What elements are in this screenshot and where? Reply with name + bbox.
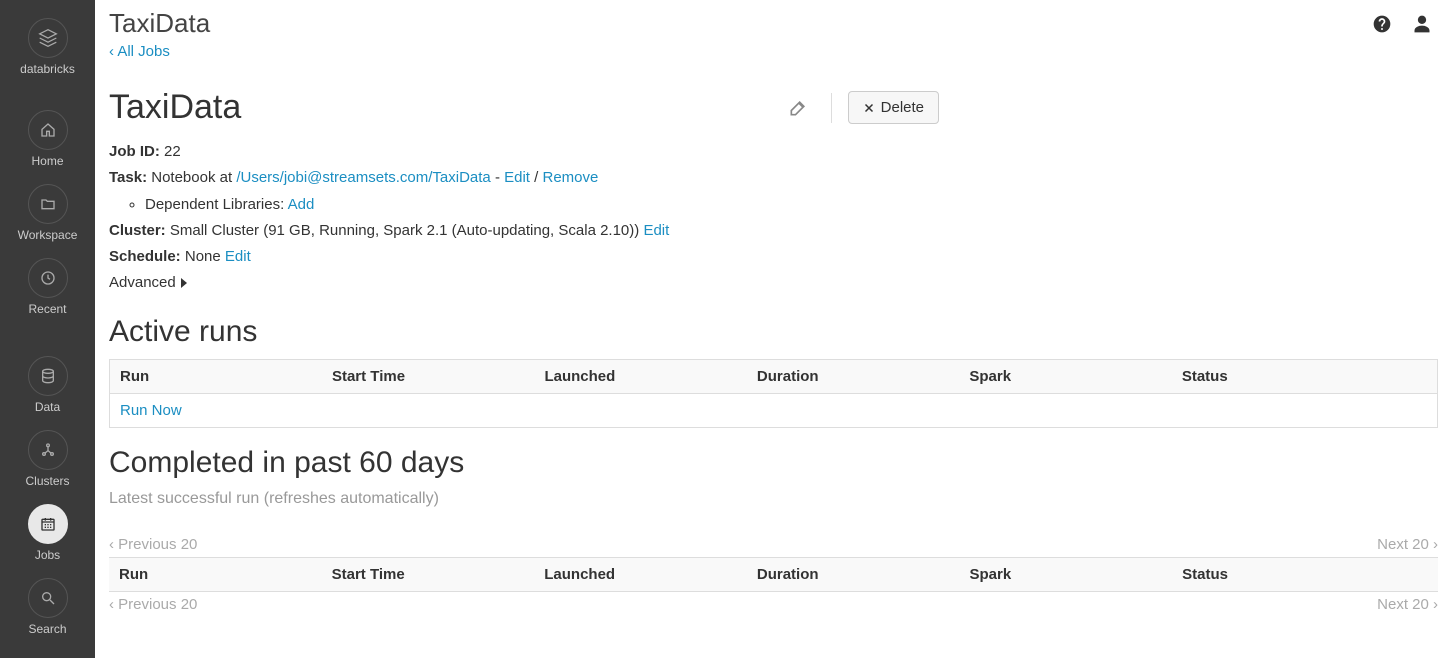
- sidebar-item-label: Clusters: [25, 474, 69, 488]
- job-header: TaxiData Delete: [109, 88, 939, 127]
- sidebar-brand[interactable]: databricks: [0, 10, 95, 84]
- topbar-actions: [1372, 14, 1432, 34]
- database-icon: [28, 356, 68, 396]
- cluster-label: Cluster:: [109, 222, 166, 239]
- col-launched: Launched: [534, 359, 746, 393]
- sidebar: databricks Home Workspace Recent Data Cl…: [0, 0, 95, 658]
- next-page-link[interactable]: Next 20 ›: [1377, 596, 1438, 613]
- divider: [831, 93, 832, 123]
- sidebar-item-recent[interactable]: Recent: [0, 250, 95, 324]
- table-header-row: Run Start Time Launched Duration Spark S…: [110, 359, 1438, 393]
- run-now-link[interactable]: Run Now: [120, 402, 182, 419]
- sidebar-item-home[interactable]: Home: [0, 102, 95, 176]
- task-remove-link[interactable]: Remove: [543, 169, 599, 186]
- col-start: Start Time: [322, 557, 535, 591]
- col-spark: Spark: [960, 557, 1173, 591]
- completed-title: Completed in past 60 days: [109, 446, 1438, 480]
- cluster-icon: [28, 430, 68, 470]
- active-runs-table: Run Start Time Launched Duration Spark S…: [109, 359, 1438, 428]
- delete-label: Delete: [881, 99, 924, 116]
- next-page-link[interactable]: Next 20 ›: [1377, 536, 1438, 553]
- schedule-edit-link[interactable]: Edit: [225, 248, 251, 265]
- sidebar-item-search[interactable]: Search: [0, 570, 95, 644]
- col-run: Run: [110, 359, 322, 393]
- pager-top: ‹ Previous 20 Next 20 ›: [109, 532, 1438, 557]
- page-title: TaxiData: [109, 8, 210, 39]
- sidebar-item-label: Workspace: [18, 228, 78, 242]
- sidebar-item-label: Data: [35, 400, 60, 414]
- col-duration: Duration: [747, 359, 959, 393]
- sidebar-item-workspace[interactable]: Workspace: [0, 176, 95, 250]
- prev-page-link[interactable]: ‹ Previous 20: [109, 536, 197, 553]
- advanced-toggle[interactable]: Advanced: [109, 270, 188, 296]
- deps-add-link[interactable]: Add: [288, 196, 315, 213]
- caret-right-icon: [180, 278, 188, 288]
- breadcrumb-all-jobs[interactable]: ‹ All Jobs: [109, 43, 170, 60]
- job-id-value: 22: [164, 143, 181, 160]
- refresh-note: Latest successful run (refreshes automat…: [109, 490, 1438, 508]
- completed-runs-table: Run Start Time Launched Duration Spark S…: [109, 557, 1438, 592]
- sidebar-item-label: Search: [28, 622, 66, 636]
- clock-icon: [28, 258, 68, 298]
- databricks-logo-icon: [28, 18, 68, 58]
- edit-title-button[interactable]: [781, 91, 815, 125]
- prev-page-link[interactable]: ‹ Previous 20: [109, 596, 197, 613]
- col-start: Start Time: [322, 359, 534, 393]
- cluster-edit-link[interactable]: Edit: [643, 222, 669, 239]
- brand-label: databricks: [20, 62, 75, 76]
- pager-bottom: ‹ Previous 20 Next 20 ›: [109, 592, 1438, 617]
- job-meta: Job ID: 22 Task: Notebook at /Users/jobi…: [109, 139, 1438, 297]
- task-label: Task:: [109, 169, 147, 186]
- col-launched: Launched: [534, 557, 747, 591]
- table-row: Run Now: [110, 393, 1438, 427]
- sidebar-item-jobs[interactable]: Jobs: [0, 496, 95, 570]
- col-status: Status: [1172, 557, 1438, 591]
- deps-label: Dependent Libraries:: [145, 196, 288, 213]
- task-prefix: Notebook at: [151, 169, 236, 186]
- col-duration: Duration: [747, 557, 960, 591]
- task-path-link[interactable]: /Users/jobi@streamsets.com/TaxiData: [236, 169, 490, 186]
- sidebar-item-data[interactable]: Data: [0, 348, 95, 422]
- deps-row: Dependent Libraries: Add: [145, 192, 1438, 218]
- user-icon[interactable]: [1412, 14, 1432, 34]
- sidebar-item-label: Jobs: [35, 548, 60, 562]
- schedule-value: None: [185, 248, 221, 265]
- calendar-icon: [28, 504, 68, 544]
- folder-icon: [28, 184, 68, 224]
- schedule-row: Schedule: None Edit: [109, 244, 1438, 270]
- col-run: Run: [109, 557, 322, 591]
- schedule-label: Schedule:: [109, 248, 181, 265]
- job-id-label: Job ID:: [109, 143, 160, 160]
- home-icon: [28, 110, 68, 150]
- advanced-label: Advanced: [109, 270, 176, 296]
- close-icon: [863, 102, 875, 114]
- main-content: TaxiData ‹ All Jobs TaxiData Delete: [95, 0, 1452, 637]
- deps-list: Dependent Libraries: Add: [145, 192, 1438, 218]
- active-runs-title: Active runs: [109, 315, 1438, 349]
- table-header-row: Run Start Time Launched Duration Spark S…: [109, 557, 1438, 591]
- col-spark: Spark: [959, 359, 1171, 393]
- task-sep2: /: [530, 169, 543, 186]
- col-status: Status: [1172, 359, 1438, 393]
- help-icon[interactable]: [1372, 14, 1392, 34]
- delete-button[interactable]: Delete: [848, 91, 939, 124]
- sidebar-item-clusters[interactable]: Clusters: [0, 422, 95, 496]
- sidebar-item-label: Recent: [28, 302, 66, 316]
- topbar: TaxiData: [95, 0, 1452, 39]
- sidebar-item-label: Home: [31, 154, 63, 168]
- cluster-row: Cluster: Small Cluster (91 GB, Running, …: [109, 218, 1438, 244]
- task-sep1: -: [491, 169, 504, 186]
- job-id-row: Job ID: 22: [109, 139, 1438, 165]
- job-title: TaxiData: [109, 88, 765, 127]
- job-content: ‹ All Jobs TaxiData Delete Job ID: 22 Ta…: [95, 39, 1452, 637]
- cluster-value: Small Cluster (91 GB, Running, Spark 2.1…: [170, 222, 639, 239]
- search-icon: [28, 578, 68, 618]
- task-row: Task: Notebook at /Users/jobi@streamsets…: [109, 165, 1438, 191]
- task-edit-link[interactable]: Edit: [504, 169, 530, 186]
